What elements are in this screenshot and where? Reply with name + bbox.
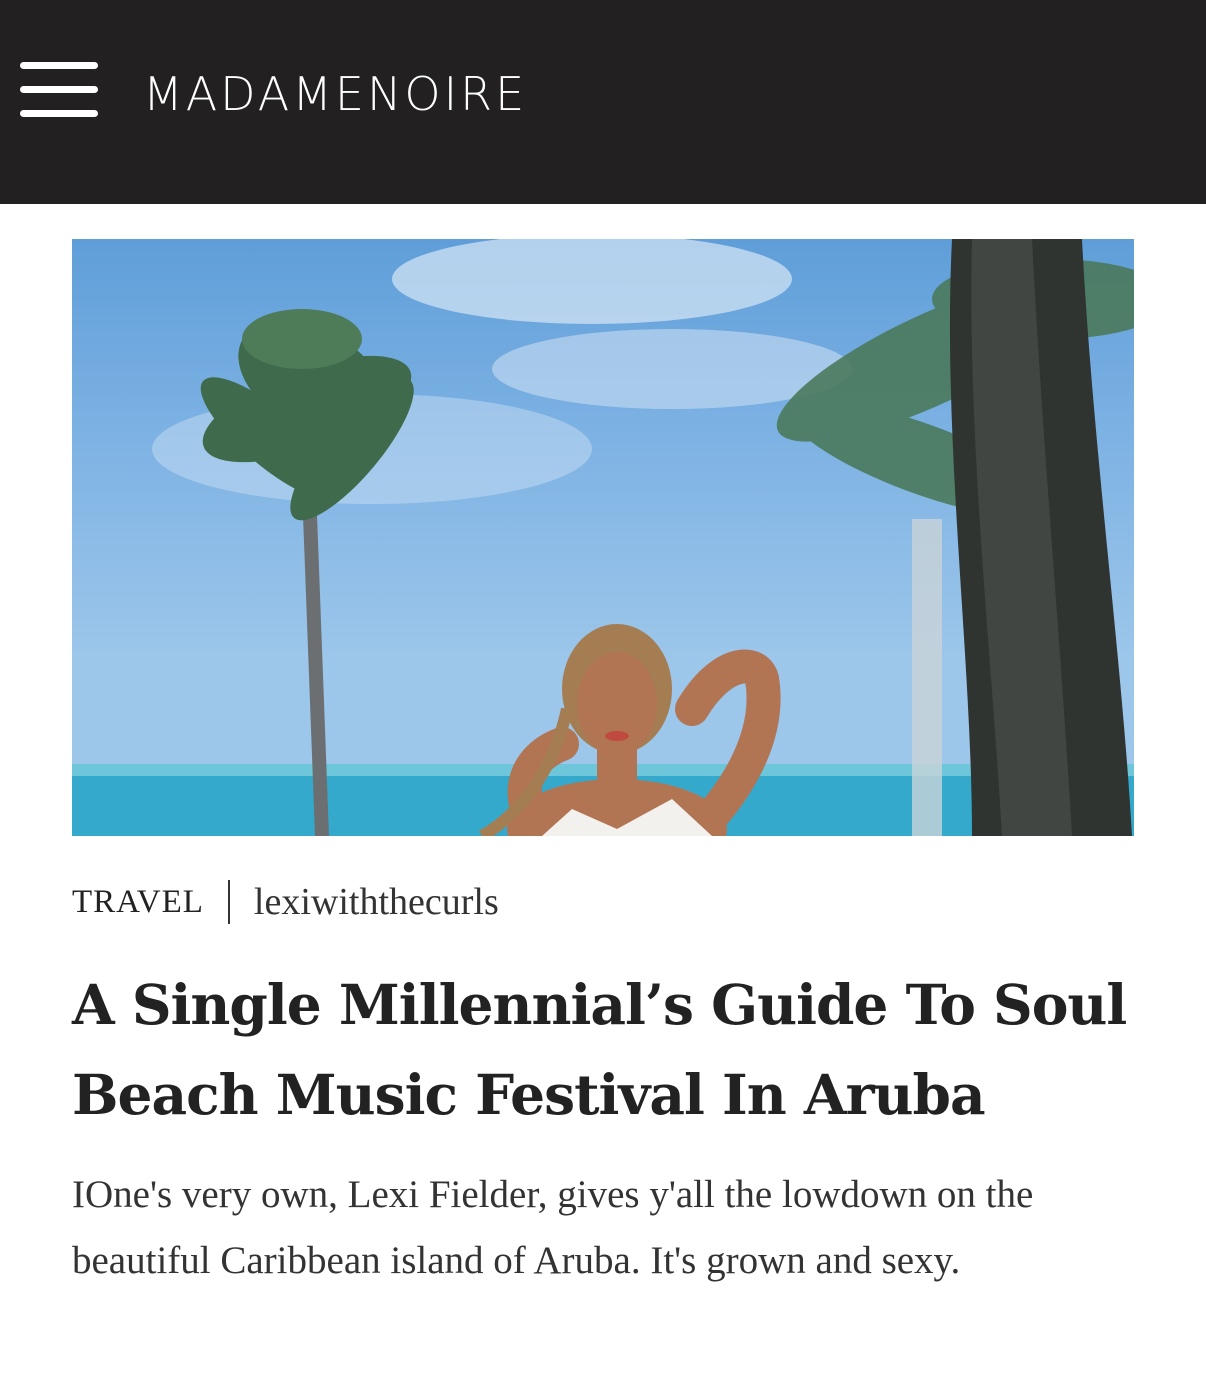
site-logo[interactable]: MADAMENOIRE (143, 66, 527, 122)
article-meta: TRAVEL lexiwiththecurls (72, 880, 499, 924)
hamburger-menu-icon[interactable] (20, 62, 100, 118)
site-header: MADAMENOIRE (0, 0, 1206, 204)
category-link[interactable]: TRAVEL (72, 884, 204, 921)
menu-line (20, 86, 98, 93)
menu-line (20, 110, 98, 117)
article-dek: IOne's very own, Lexi Fielder, gives y'a… (72, 1173, 1034, 1282)
beach-photo (72, 239, 1134, 836)
article-headline[interactable]: A Single Millennial’s Guide To Soul Beac… (72, 960, 1152, 1140)
hero-image[interactable] (72, 239, 1134, 836)
menu-line (20, 62, 98, 69)
author-link[interactable]: lexiwiththecurls (254, 880, 499, 924)
meta-divider (227, 880, 230, 924)
